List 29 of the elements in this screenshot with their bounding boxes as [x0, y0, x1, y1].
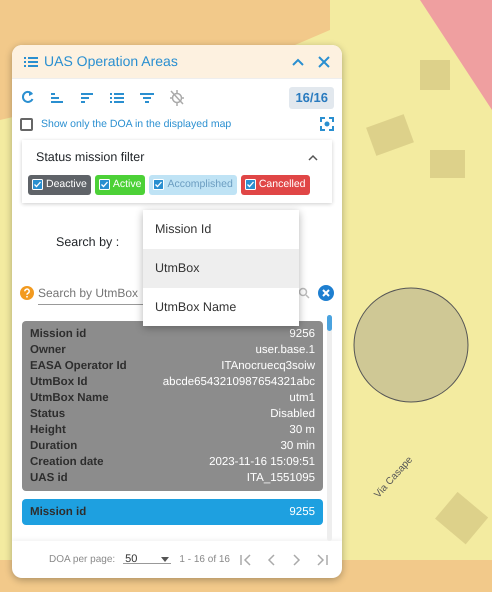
field-label: Creation date — [30, 454, 104, 470]
field-label: UtmBox Name — [30, 390, 109, 406]
field-value: ITAnocruecq3soiw — [221, 358, 315, 374]
field-value: ITA_1551095 — [246, 470, 315, 486]
checkbox-label: Show only the DOA in the displayed map — [41, 116, 232, 132]
page-size-label: DOA per page: — [49, 553, 116, 567]
field-label: Mission id — [30, 504, 86, 520]
field-value: Disabled — [270, 406, 315, 422]
field-value: utm1 — [289, 390, 315, 406]
field-label: Duration — [30, 438, 78, 454]
panel-title: UAS Operation Areas — [44, 52, 178, 71]
field-value: user.base.1 — [256, 342, 315, 358]
field-value: abcde6543210987654321abc — [162, 374, 315, 390]
field-label: UAS id — [30, 470, 68, 486]
field-value: 2023-11-16 15:09:51 — [209, 454, 315, 470]
count-badge: 16/16 — [289, 87, 334, 108]
field-label: UtmBox Id — [30, 374, 88, 390]
field-label: Mission id — [30, 326, 86, 342]
field-value: 30 min — [280, 438, 315, 454]
field-label: EASA Operator Id — [30, 358, 127, 374]
field-value: 9256 — [289, 326, 315, 342]
field-label: Status — [30, 406, 66, 422]
field-value: 30 m — [289, 422, 315, 438]
search-by-label: Search by : — [56, 234, 120, 251]
field-value: 9255 — [289, 504, 315, 520]
field-label: Owner — [30, 342, 66, 358]
field-label: Height — [30, 422, 66, 438]
page-range: 1 - 16 of 16 — [179, 553, 230, 567]
filter-title: Status mission filter — [36, 149, 144, 166]
